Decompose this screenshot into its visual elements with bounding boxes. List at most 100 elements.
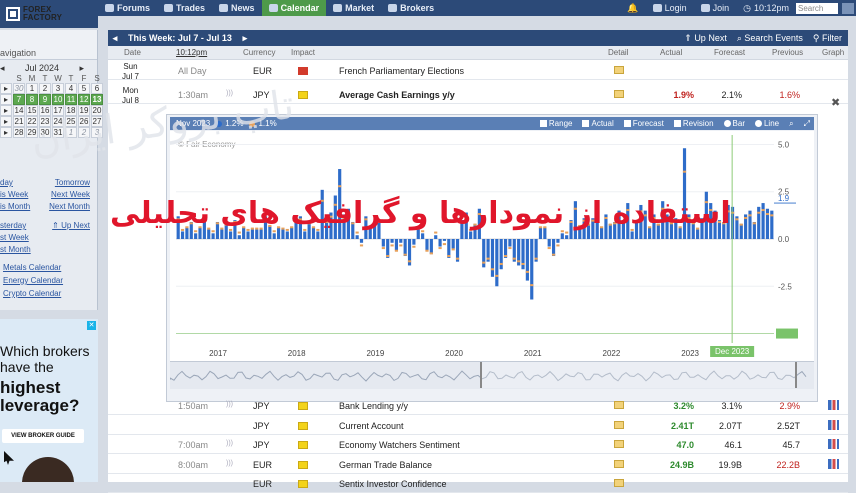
event-title[interactable]: Bank Lending y/y [339, 401, 408, 411]
cal-prev-icon[interactable]: ◂ [0, 63, 5, 74]
sound-icon[interactable]: ))) [226, 440, 233, 447]
quick-link[interactable]: st Week [0, 233, 29, 245]
chart-bar[interactable] [237, 235, 241, 239]
chart-bar[interactable] [180, 231, 185, 239]
login-link[interactable]: Login [646, 0, 694, 16]
close-icon[interactable]: ✕ [87, 321, 96, 330]
calendar-link[interactable]: Energy Calendar [0, 276, 98, 289]
cal-week[interactable]: ▸ 30 1 2 3 4 5 6 [0, 83, 103, 94]
chart-bar[interactable] [451, 239, 455, 249]
revision-checkbox[interactable]: Revision [673, 119, 714, 128]
cal-day[interactable]: 3 [52, 83, 64, 94]
search-input[interactable]: Search [796, 2, 838, 14]
nav-market[interactable]: Market [326, 0, 381, 16]
bar-radio[interactable]: Bar [723, 119, 745, 128]
chart-bar[interactable] [739, 223, 743, 239]
event-row[interactable]: 8:00am))) EUR German Trade Balance 24.9B 19.… [108, 455, 848, 474]
chart-bar[interactable] [556, 239, 560, 243]
week-select[interactable]: ▸ [0, 94, 12, 105]
chart-bar[interactable] [565, 235, 569, 239]
cal-day[interactable]: 11 [65, 94, 77, 105]
event-row[interactable]: Sun Jul 7 All Day EUR French Parliamentary … [108, 61, 848, 81]
chart-plot-area[interactable]: © Fair Economy5.02.50.0-2.5-5.0201720182… [170, 131, 814, 361]
event-title[interactable]: Economy Watchers Sentiment [339, 440, 460, 450]
nav-forums[interactable]: Forums [98, 0, 157, 16]
chart-bar[interactable] [425, 239, 429, 251]
detail-folder-icon[interactable] [614, 440, 624, 448]
cal-day[interactable]: 5 [78, 83, 90, 94]
cal-day[interactable]: 4 [65, 83, 77, 94]
event-title[interactable]: French Parliamentary Elections [339, 66, 464, 76]
sound-icon[interactable]: ))) [226, 460, 233, 467]
quick-link[interactable]: Next Month [49, 202, 90, 214]
detail-folder-icon[interactable] [614, 401, 624, 409]
cal-day[interactable]: 28 [13, 127, 25, 138]
chart-range-navigator[interactable] [169, 361, 814, 389]
week-select[interactable]: ▸ [0, 116, 12, 127]
chart-bar[interactable] [547, 239, 551, 247]
bar-chart-icon[interactable] [828, 400, 839, 410]
chart-bar[interactable] [495, 239, 499, 287]
event-title[interactable]: Average Cash Earnings y/y [339, 90, 455, 100]
line-radio[interactable]: Line [754, 119, 779, 128]
bell-icon[interactable]: 🔔 [620, 0, 645, 16]
cal-day[interactable]: 9 [39, 94, 51, 105]
detail-folder-icon[interactable] [614, 66, 624, 74]
cal-day[interactable]: 16 [39, 105, 51, 116]
cal-day[interactable]: 10 [52, 94, 64, 105]
chart-bar[interactable] [390, 239, 394, 243]
close-chart-icon[interactable]: ✖ [831, 96, 840, 109]
cal-day[interactable]: 6 [91, 83, 103, 94]
range-button[interactable]: Range [539, 119, 572, 128]
cal-day[interactable]: 1 [26, 83, 38, 94]
week-select[interactable]: ▸ [0, 105, 12, 116]
event-row[interactable]: 7:00am))) JPY Economy Watchers Sentiment 47… [108, 435, 848, 454]
actual-checkbox[interactable]: Actual [582, 119, 614, 128]
search-events-link[interactable]: ⌕ Search Events [737, 33, 803, 44]
chart-bar[interactable] [303, 231, 307, 239]
chart-bar[interactable] [412, 239, 416, 245]
prev-week-icon[interactable]: ◂ [108, 33, 122, 44]
event-title[interactable]: Sentix Investor Confidence [339, 479, 447, 489]
col-time[interactable]: 10:12pm [176, 48, 207, 57]
up-next-quick-link[interactable]: ⇑ Up Next [52, 221, 90, 233]
chart-bar[interactable] [761, 203, 765, 239]
bar-chart-icon[interactable] [828, 458, 839, 469]
chart-bar[interactable] [525, 239, 529, 281]
chart-bar[interactable] [429, 239, 433, 255]
event-row[interactable]: EUR Sentix Investor Confidence [108, 474, 848, 493]
chart-bar[interactable] [228, 231, 233, 239]
sound-icon[interactable]: ))) [226, 401, 233, 408]
quick-link[interactable]: is Week [0, 190, 28, 202]
nav-trades[interactable]: Trades [157, 0, 212, 16]
next-week-icon[interactable]: ▸ [238, 33, 252, 44]
detail-folder-icon[interactable] [614, 459, 624, 468]
cal-day[interactable]: 13 [91, 94, 103, 105]
week-select[interactable]: ▸ [0, 127, 12, 138]
cal-day[interactable]: 15 [26, 105, 38, 116]
calendar-link[interactable]: Crypto Calendar [0, 289, 98, 302]
nav-brokers[interactable]: Brokers [381, 0, 441, 16]
calendar-link[interactable]: Metals Calendar [0, 263, 98, 276]
event-title[interactable]: German Trade Balance [339, 460, 432, 470]
cal-day[interactable]: 12 [78, 94, 90, 105]
quick-link[interactable]: is Month [0, 202, 30, 214]
chart-bar[interactable] [355, 235, 359, 239]
view-broker-guide-button[interactable]: VIEW BROKER GUIDE [2, 429, 84, 443]
join-link[interactable]: Join [694, 0, 737, 16]
chart-bar[interactable] [508, 239, 512, 247]
chart-bar[interactable] [285, 231, 289, 239]
chart-bar[interactable] [438, 239, 442, 247]
cal-day[interactable]: 21 [13, 116, 25, 127]
chart-bar[interactable] [530, 239, 534, 300]
chart-bar[interactable] [560, 233, 564, 239]
week-select[interactable]: ▸ [0, 83, 12, 94]
chart-bar[interactable] [752, 221, 756, 239]
event-row[interactable]: 1:50am))) JPY Bank Lending y/y 3.2% 3.1% 2.9% [108, 396, 848, 415]
up-next-link[interactable]: ⇑ Up Next [684, 33, 727, 44]
bar-chart-icon[interactable] [828, 419, 839, 430]
search-icon[interactable] [842, 2, 854, 14]
chart-bar[interactable] [381, 239, 385, 247]
nav-calendar[interactable]: Calendar [261, 0, 327, 16]
cal-day[interactable]: 8 [26, 94, 38, 105]
